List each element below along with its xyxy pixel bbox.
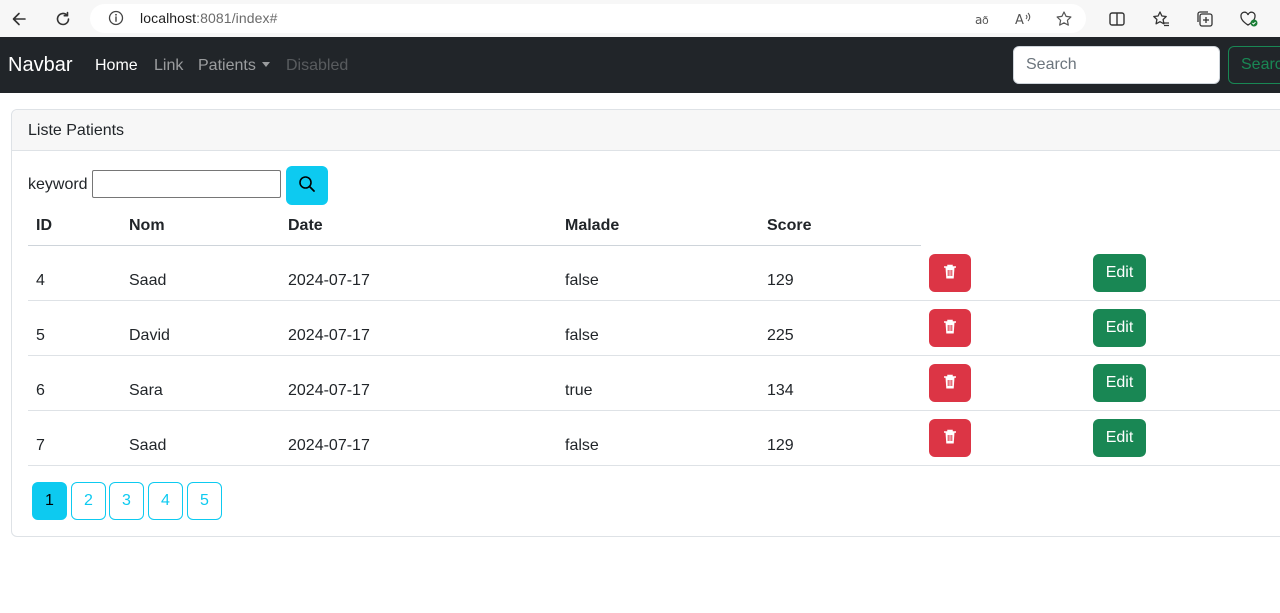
row-divider	[28, 300, 1280, 301]
info-icon[interactable]	[108, 10, 124, 31]
edit-button[interactable]: Edit	[1093, 309, 1146, 347]
navbar: Navbar Home Link Patients Disabled Searc…	[0, 37, 1280, 93]
svg-text:A: A	[1015, 13, 1024, 27]
column-header-date: Date	[288, 217, 323, 234]
back-arrow-icon[interactable]	[6, 6, 32, 32]
row-divider	[28, 465, 1280, 466]
cell-score: 129	[767, 437, 794, 454]
cell-score: 134	[767, 382, 794, 399]
page-button-1[interactable]: 1	[32, 482, 67, 520]
card-title: Liste Patients	[28, 122, 125, 139]
nav-dropdown-label: Patients	[198, 57, 256, 74]
edit-button[interactable]: Edit	[1093, 419, 1146, 457]
url-text: localhost:8081/index#	[140, 10, 278, 26]
row-divider	[28, 410, 1280, 411]
cell-nom: Sara	[129, 382, 163, 399]
collections-icon[interactable]	[1192, 6, 1218, 32]
header-divider	[28, 245, 921, 246]
page-button-3[interactable]: 3	[109, 482, 144, 520]
delete-button[interactable]	[929, 254, 971, 292]
search-icon	[298, 175, 316, 196]
edit-button[interactable]: Edit	[1093, 364, 1146, 402]
cell-malade: false	[565, 437, 599, 454]
row-divider	[28, 355, 1280, 356]
navbar-brand[interactable]: Navbar	[8, 54, 72, 77]
page-button-4[interactable]: 4	[148, 482, 183, 520]
navbar-search-input[interactable]	[1013, 46, 1220, 84]
cell-nom: David	[129, 327, 170, 344]
page-button-2[interactable]: 2	[71, 482, 106, 520]
svg-text:ð: ð	[982, 14, 989, 27]
cell-date: 2024-07-17	[288, 272, 370, 289]
column-header-score: Score	[767, 217, 812, 234]
cell-malade: true	[565, 382, 593, 399]
cell-date: 2024-07-17	[288, 327, 370, 344]
keyword-label: keyword	[28, 176, 88, 193]
cell-nom: Saad	[129, 437, 167, 454]
column-header-id: ID	[36, 217, 52, 234]
caret-down-icon	[261, 62, 270, 67]
browser-toolbar: localhost:8081/index# að A	[0, 0, 1280, 37]
cell-id: 5	[36, 327, 45, 344]
cell-id: 6	[36, 382, 45, 399]
delete-button[interactable]	[929, 364, 971, 402]
edit-button[interactable]: Edit	[1093, 254, 1146, 292]
translate-icon[interactable]: að	[972, 8, 994, 30]
split-screen-icon[interactable]	[1104, 6, 1130, 32]
delete-button[interactable]	[929, 309, 971, 347]
cell-score: 129	[767, 272, 794, 289]
keyword-search-button[interactable]	[286, 166, 328, 205]
cell-score: 225	[767, 327, 794, 344]
trash-icon	[943, 429, 957, 448]
cell-malade: false	[565, 272, 599, 289]
nav-dropdown-patients[interactable]: Patients	[198, 57, 270, 75]
card-header: Liste Patients	[12, 110, 1280, 151]
nav-link-home[interactable]: Home	[95, 57, 138, 75]
trash-icon	[943, 374, 957, 393]
navbar-search-button[interactable]: Search	[1228, 46, 1280, 84]
column-header-malade: Malade	[565, 217, 620, 234]
reload-icon[interactable]	[50, 6, 76, 32]
cell-nom: Saad	[129, 272, 167, 289]
delete-button[interactable]	[929, 419, 971, 457]
read-aloud-icon[interactable]: A	[1012, 8, 1034, 30]
trash-icon	[943, 264, 957, 283]
trash-icon	[943, 319, 957, 338]
cell-id: 4	[36, 272, 45, 289]
cell-malade: false	[565, 327, 599, 344]
column-header-nom: Nom	[129, 217, 165, 234]
browser-essentials-icon[interactable]	[1236, 6, 1262, 32]
cell-id: 7	[36, 437, 45, 454]
nav-link-link[interactable]: Link	[154, 57, 183, 75]
cell-date: 2024-07-17	[288, 382, 370, 399]
favorites-icon[interactable]	[1148, 6, 1174, 32]
address-bar[interactable]: localhost:8081/index# að A	[90, 4, 1086, 33]
cell-date: 2024-07-17	[288, 437, 370, 454]
favorite-star-icon[interactable]	[1053, 8, 1075, 30]
keyword-input[interactable]	[92, 170, 281, 198]
nav-link-disabled: Disabled	[286, 57, 349, 74]
page-button-5[interactable]: 5	[187, 482, 222, 520]
